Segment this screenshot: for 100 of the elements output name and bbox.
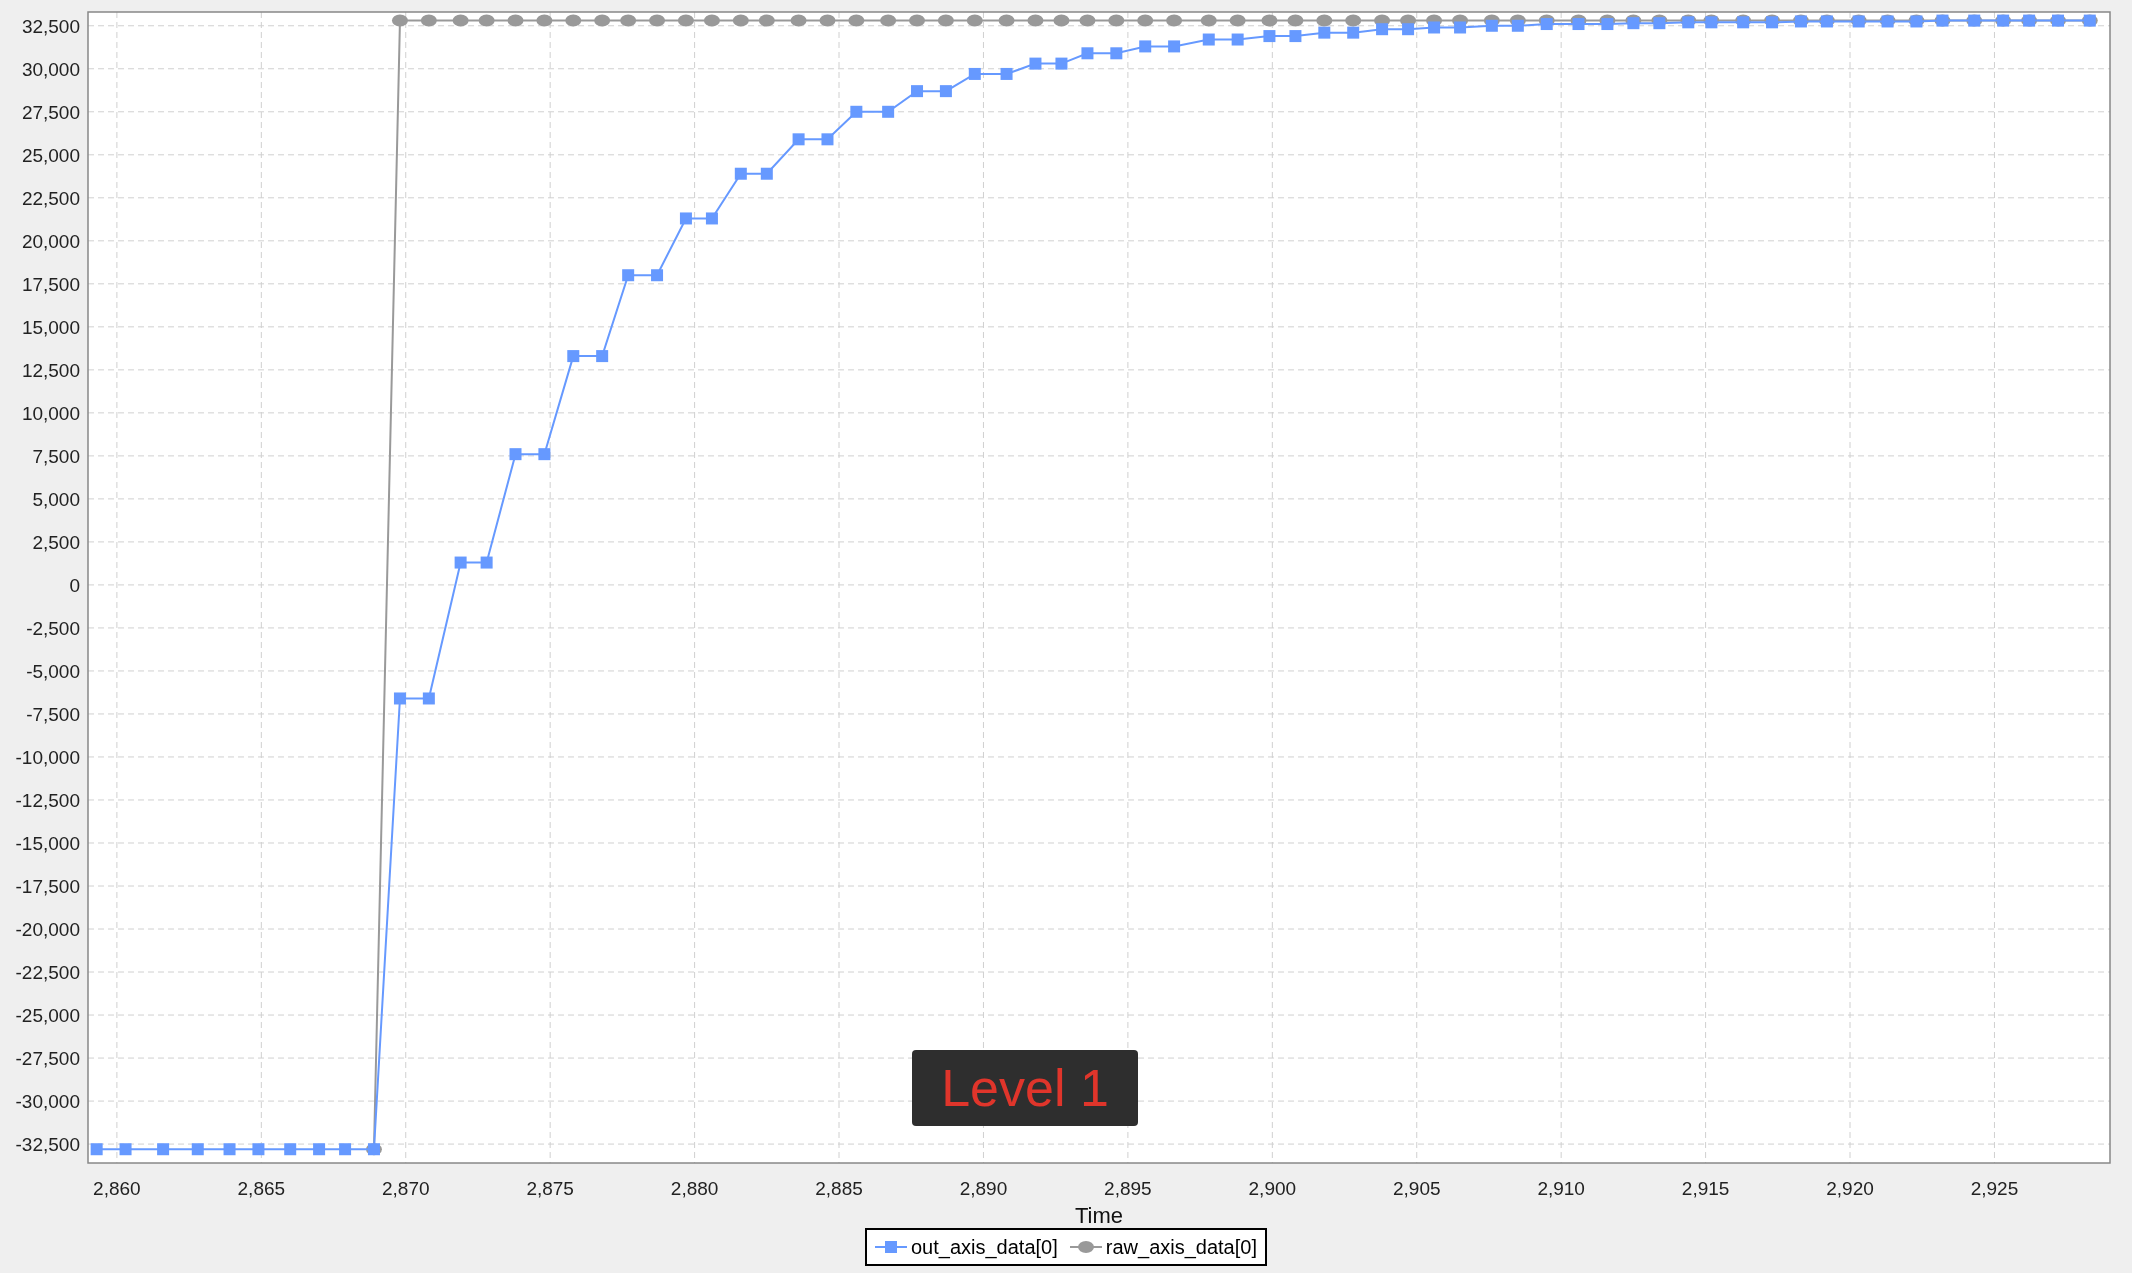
axis-tick-label: -7,500 [26,703,80,725]
data-point [157,1143,170,1156]
axis-tick-label: -27,500 [15,1048,80,1070]
data-point [1053,14,1070,27]
data-point [998,14,1015,27]
data-point [1376,23,1389,36]
data-point [1345,14,1362,27]
data-point [848,14,865,27]
data-point [1027,14,1044,27]
axis-tick-label: 22,500 [21,187,80,209]
square-marker-icon [875,1240,907,1254]
axis-tick-label: 2,885 [815,1178,863,1199]
axis-title: Time [1074,1203,1124,1228]
axis-tick-label: 7,500 [32,445,80,467]
axis-tick-label: 2,875 [526,1178,574,1199]
data-point [478,14,495,27]
data-point [391,14,408,27]
data-point [284,1143,297,1156]
axis-tick-label: -22,500 [15,962,80,984]
legend-label: out_axis_data[0] [911,1235,1058,1261]
data-point [1287,14,1304,27]
axis-tick-label: 2,870 [381,1178,430,1199]
data-point [651,269,664,282]
data-point [1428,21,1441,34]
data-point [677,14,694,27]
data-point [1402,23,1415,36]
axis-tick-label: -12,500 [15,790,80,811]
axis-tick-label: -15,000 [15,833,80,854]
level-badge: Level 1 [912,1050,1138,1126]
axis-tick-label: -30,000 [15,1091,80,1113]
axis-tick-label: 2,890 [959,1178,1008,1199]
data-point [758,14,775,27]
axis-tick-label: 5,000 [32,488,80,510]
axis-tick-label: -17,500 [15,876,80,897]
axis-tick-label: 17,500 [21,273,80,295]
axis-tick-label: 20,000 [21,230,80,252]
axis-tick-label: -5,000 [26,660,80,682]
data-point [339,1143,352,1156]
axis-tick-label: 2,910 [1537,1178,1585,1199]
data-point [732,14,749,27]
data-point [1910,15,1923,28]
circle-marker-icon [1069,1240,1102,1254]
axis-tick-label: -32,500 [15,1134,80,1156]
data-point [594,14,611,27]
data-point [596,350,609,363]
data-point [1261,14,1278,27]
data-point [1137,14,1154,27]
legend-label: raw_axis_data[0] [1105,1235,1257,1261]
data-point [1108,14,1125,27]
data-point [880,14,897,27]
data-point [567,350,580,363]
axis-tick-label: 32,500 [21,15,80,37]
data-point [911,85,923,98]
data-point [937,14,954,27]
data-point [622,269,635,282]
data-point [507,14,524,27]
data-point [1166,14,1183,27]
axis-tick-label: -25,000 [15,1005,80,1027]
axis-tick-label: 2,865 [237,1178,286,1199]
axis-tick-label: 15,000 [21,316,80,338]
data-point [1168,40,1181,53]
data-point [649,14,666,27]
data-point [1263,30,1276,43]
axis-tick-label: -10,000 [15,746,80,768]
data-point [1454,21,1467,34]
axis-tick-label: 30,000 [21,58,80,80]
data-point [1139,40,1152,53]
axis-tick-label: 0 [69,574,80,596]
data-point [1200,14,1217,27]
data-point [1079,14,1096,27]
axis-tick-label: 2,900 [1248,1178,1297,1199]
data-point [790,14,807,27]
data-point [538,448,551,461]
axis-tick-label: 2,880 [670,1178,719,1199]
data-point [703,14,720,27]
axis-tick-label: 2,925 [1970,1178,2019,1199]
data-point [819,14,836,27]
axis-tick-label: 2,905 [1392,1178,1441,1199]
data-point [821,133,834,146]
axis-tick-label: -20,000 [15,919,80,940]
axis-tick-label: 12,500 [21,359,80,381]
data-point [536,14,553,27]
data-point [1110,47,1123,60]
axis-tick-label: 2,860 [93,1178,141,1199]
data-point [565,14,582,27]
data-point [620,14,637,27]
data-point [420,14,437,27]
data-point [1289,30,1302,43]
data-point [1316,14,1333,27]
data-point [313,1143,326,1156]
data-point [452,14,469,27]
data-point [966,14,983,27]
data-point [1081,47,1094,60]
axis-tick-label: 2,920 [1826,1178,1874,1199]
axis-tick-label: 2,895 [1104,1178,1152,1199]
axis-tick-label: 10,000 [21,402,80,424]
axis-tick-label: -2,500 [26,617,80,639]
data-point [909,14,925,27]
data-point [1601,18,1614,31]
data-point [252,1143,265,1156]
